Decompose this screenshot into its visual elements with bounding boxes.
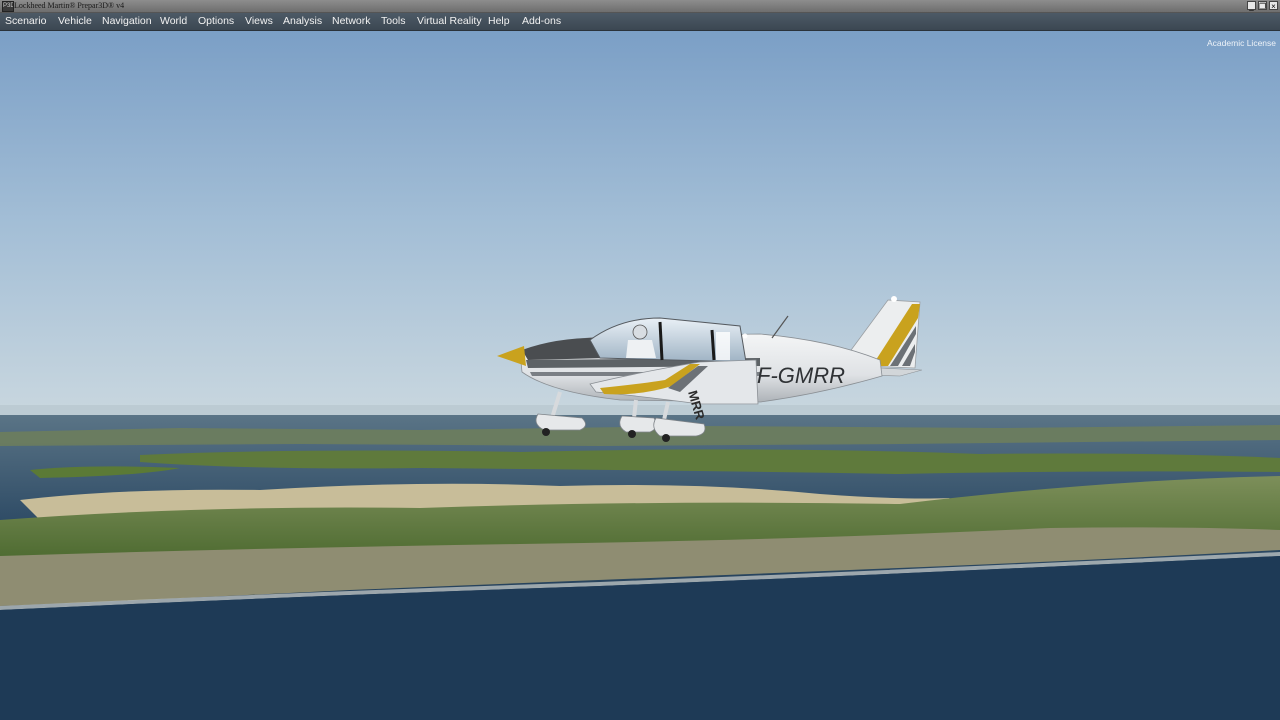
pilot-head [632, 324, 648, 340]
menu-scenario[interactable]: Scenario [5, 13, 46, 30]
menu-views[interactable]: Views [245, 13, 273, 30]
license-label: Academic License [1207, 38, 1276, 48]
menu-tools[interactable]: Tools [381, 13, 406, 30]
window-controls: _ ❐ × [1247, 1, 1278, 11]
menu-vehicle[interactable]: Vehicle [58, 13, 92, 30]
menu-bar: Scenario Vehicle Navigation World Option… [0, 13, 1280, 31]
menu-world[interactable]: World [160, 13, 187, 30]
menu-analysis[interactable]: Analysis [283, 13, 322, 30]
beacon-light [891, 296, 897, 302]
window-title: Lockheed Martin® Prepar3D® v4 [14, 1, 125, 10]
menu-add-ons[interactable]: Add-ons [522, 13, 561, 30]
title-bar: P3D Lockheed Martin® Prepar3D® v4 _ ❐ × [0, 0, 1280, 13]
menu-virtual-reality[interactable]: Virtual Reality [417, 13, 482, 30]
restore-icon[interactable]: ❐ [1258, 1, 1267, 11]
nav-light [742, 333, 748, 339]
simulator-viewport[interactable]: MRR F-GMRR [0, 31, 1280, 720]
close-icon[interactable]: × [1269, 1, 1278, 11]
minimize-icon[interactable]: _ [1247, 1, 1256, 11]
menu-navigation[interactable]: Navigation [102, 13, 152, 30]
menu-network[interactable]: Network [332, 13, 371, 30]
app-icon: P3D [2, 1, 14, 12]
menu-options[interactable]: Options [198, 13, 234, 30]
fuselage-registration: F-GMRR [757, 363, 845, 388]
menu-help[interactable]: Help [488, 13, 510, 30]
